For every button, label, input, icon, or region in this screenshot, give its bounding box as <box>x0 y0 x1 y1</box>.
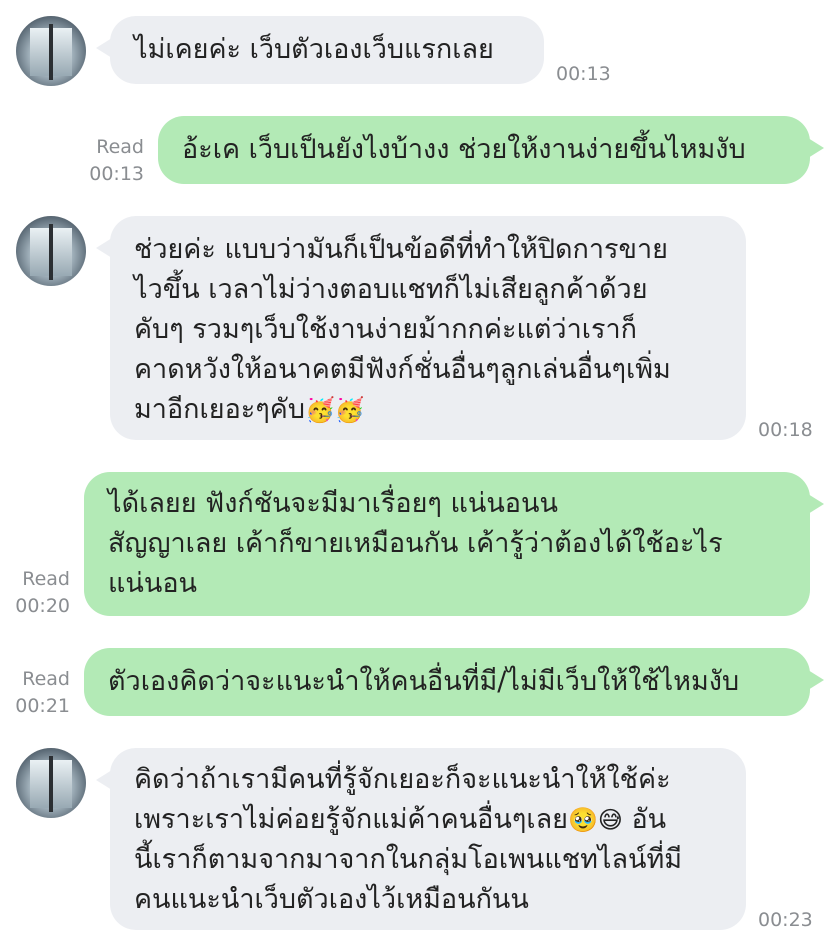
message-text: คับๆ รวมๆเว็บใช้งานง่ายม้ากกค่ะแต่ว่าเรา… <box>134 314 637 345</box>
outgoing-message[interactable]: ได้เลยย ฟังก์ชันจะมีมาเรื่อยๆ แน่นอนน สั… <box>84 472 824 616</box>
pleading-and-sweat-smile-emoji-icon: 🥹😅 <box>567 806 623 834</box>
message-text: ได้เลยย ฟังก์ชันจะมีมาเรื่อยๆ แน่นอนน <box>108 488 558 519</box>
message-timestamp: 00:23 <box>758 909 813 931</box>
message-text: แน่นอน <box>108 568 197 599</box>
message-text: ช่วยค่ะ แบบว่ามันก็เป็นข้อดีที่ทำให้ปิดก… <box>134 234 668 265</box>
partying-face-emoji-icon: 🥳🥳 <box>305 396 365 424</box>
message-timestamp: 00:13 <box>89 163 144 185</box>
message-text: เพราะเราไม่ค่อยรู้จักแม่ค้าคนอื่นๆเลย🥹😅 … <box>134 800 722 840</box>
message-text-segment: มาอีกเยอะๆคับ <box>134 394 305 425</box>
message-text-segment: อัน <box>622 804 667 835</box>
read-label: Read <box>22 568 70 590</box>
message-text-segment: เพราะเราไม่ค่อยรู้จักแม่ค้าคนอื่นๆเลย <box>134 804 568 835</box>
message-text: คาดหวังให้อนาคตมีฟังก์ชั่นอื่นๆลูกเล่นอื… <box>134 354 671 385</box>
read-receipt: Read 00:21 <box>8 666 70 720</box>
message-text: นี้เราก็ตามจากมาจากในกลุ่มโอเพนแชทไลน์ที… <box>134 844 683 875</box>
outgoing-message[interactable]: อ้ะเค เว็บเป็นยังไงบ้างง ช่วยให้งานง่ายข… <box>158 116 824 184</box>
message-text: อ้ะเค เว็บเป็นยังไงบ้างง ช่วยให้งานง่ายข… <box>182 134 746 165</box>
incoming-message[interactable]: ช่วยค่ะ แบบว่ามันก็เป็นข้อดีที่ทำให้ปิดก… <box>96 216 746 440</box>
message-timestamp: 00:21 <box>15 695 70 717</box>
message-text: มาอีกเยอะๆคับ🥳🥳 <box>134 390 722 430</box>
contact-avatar[interactable] <box>16 748 86 818</box>
read-receipt: Read 00:20 <box>8 566 70 620</box>
outgoing-message[interactable]: ตัวเองคิดว่าจะแนะนำให้คนอื่นที่มี/ไม่มีเ… <box>84 648 824 716</box>
read-label: Read <box>22 668 70 690</box>
message-text: คนแนะนำเว็บตัวเองไว้เหมือนกันน <box>134 884 529 915</box>
message-text: สัญญาเลย เค้าก็ขายเหมือนกัน เค้ารู้ว่าต้… <box>108 528 723 559</box>
message-timestamp: 00:18 <box>758 419 813 441</box>
message-text: คิดว่าถ้าเรามีคนที่รู้จักเยอะก็จะแนะนำให… <box>134 764 671 795</box>
contact-avatar[interactable] <box>16 16 86 86</box>
message-text: ไวขึ้น เวลาไม่ว่างตอบแชทก็ไม่เสียลูกค้าด… <box>134 274 648 305</box>
message-text: ไม่เคยค่ะ เว็บตัวเองเว็บแรกเลย <box>134 34 494 65</box>
incoming-message[interactable]: คิดว่าถ้าเรามีคนที่รู้จักเยอะก็จะแนะนำให… <box>96 748 746 930</box>
read-label: Read <box>96 136 144 158</box>
message-timestamp: 00:13 <box>556 63 611 85</box>
message-text: ตัวเองคิดว่าจะแนะนำให้คนอื่นที่มี/ไม่มีเ… <box>108 666 740 697</box>
contact-avatar[interactable] <box>16 216 86 286</box>
incoming-message[interactable]: ไม่เคยค่ะ เว็บตัวเองเว็บแรกเลย <box>96 16 544 84</box>
message-timestamp: 00:20 <box>15 595 70 617</box>
read-receipt: Read 00:13 <box>82 134 144 188</box>
